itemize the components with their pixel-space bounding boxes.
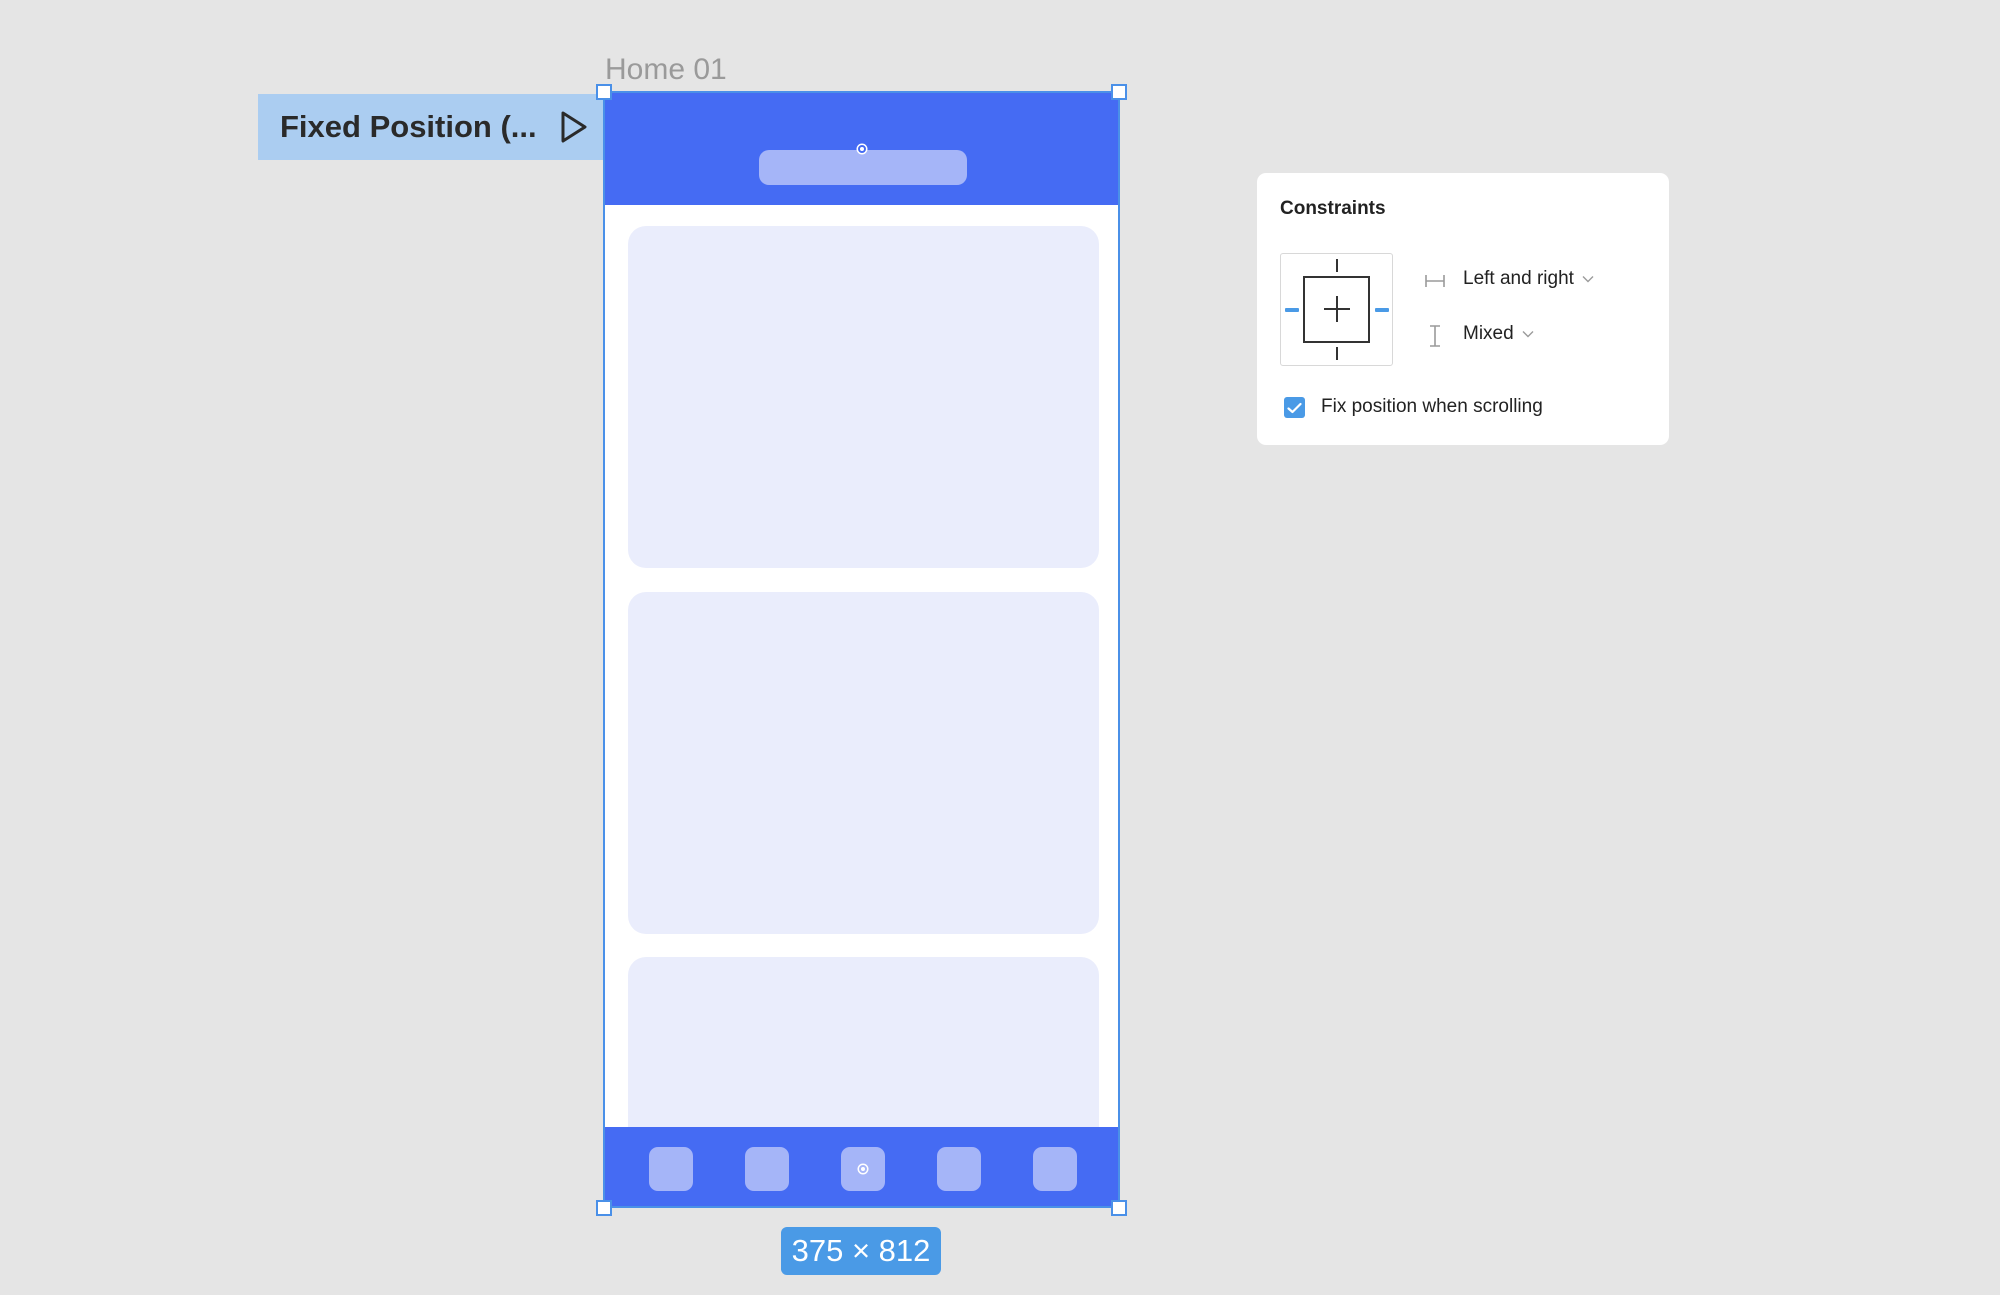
nav-item[interactable] — [937, 1147, 981, 1191]
content-card[interactable] — [628, 226, 1099, 568]
left-constraint-toggle[interactable] — [1285, 308, 1299, 312]
center-vertical-toggle[interactable] — [1336, 296, 1338, 322]
constraints-panel: Constraints Left and right Mixed Fix pos… — [1257, 173, 1669, 445]
horizontal-constraint-icon — [1425, 275, 1445, 287]
frame-size-label: 375 × 812 — [781, 1227, 941, 1275]
constraint-widget[interactable] — [1280, 253, 1393, 366]
nav-item[interactable] — [745, 1147, 789, 1191]
horizontal-constraint-value: Left and right — [1463, 268, 1574, 289]
bottom-navigation-bar[interactable] — [605, 1127, 1118, 1206]
flow-starting-point-label: Fixed Position (... — [280, 109, 537, 144]
resize-handle-bottom-right[interactable] — [1111, 1200, 1127, 1216]
checkmark-icon — [1287, 402, 1302, 413]
chevron-down-icon — [1522, 331, 1534, 338]
fix-position-label[interactable]: Fix position when scrolling — [1321, 396, 1543, 418]
play-icon[interactable] — [553, 107, 593, 147]
vertical-constraint-value: Mixed — [1463, 323, 1514, 344]
resize-handle-bottom-left[interactable] — [596, 1200, 612, 1216]
top-constraint-toggle[interactable] — [1336, 259, 1338, 272]
vertical-constraint-dropdown[interactable]: Mixed — [1463, 323, 1534, 345]
fix-position-checkbox[interactable] — [1284, 397, 1305, 418]
fixed-layer-marker-icon — [858, 145, 866, 153]
fixed-layer-marker-icon — [859, 1165, 867, 1173]
home-frame[interactable] — [603, 91, 1120, 1208]
resize-handle-top-left[interactable] — [596, 84, 612, 100]
nav-item[interactable] — [841, 1147, 885, 1191]
flow-starting-point-badge[interactable]: Fixed Position (... — [258, 94, 603, 160]
content-card[interactable] — [628, 592, 1099, 934]
nav-item[interactable] — [649, 1147, 693, 1191]
top-bar-title-placeholder — [759, 150, 967, 185]
right-constraint-toggle[interactable] — [1375, 308, 1389, 312]
frame-name-label[interactable]: Home 01 — [605, 52, 727, 88]
panel-title: Constraints — [1280, 198, 1386, 219]
bottom-constraint-toggle[interactable] — [1336, 347, 1338, 360]
nav-item[interactable] — [1033, 1147, 1077, 1191]
vertical-constraint-icon — [1430, 325, 1440, 347]
horizontal-constraint-dropdown[interactable]: Left and right — [1463, 268, 1594, 290]
chevron-down-icon — [1582, 276, 1594, 283]
resize-handle-top-right[interactable] — [1111, 84, 1127, 100]
